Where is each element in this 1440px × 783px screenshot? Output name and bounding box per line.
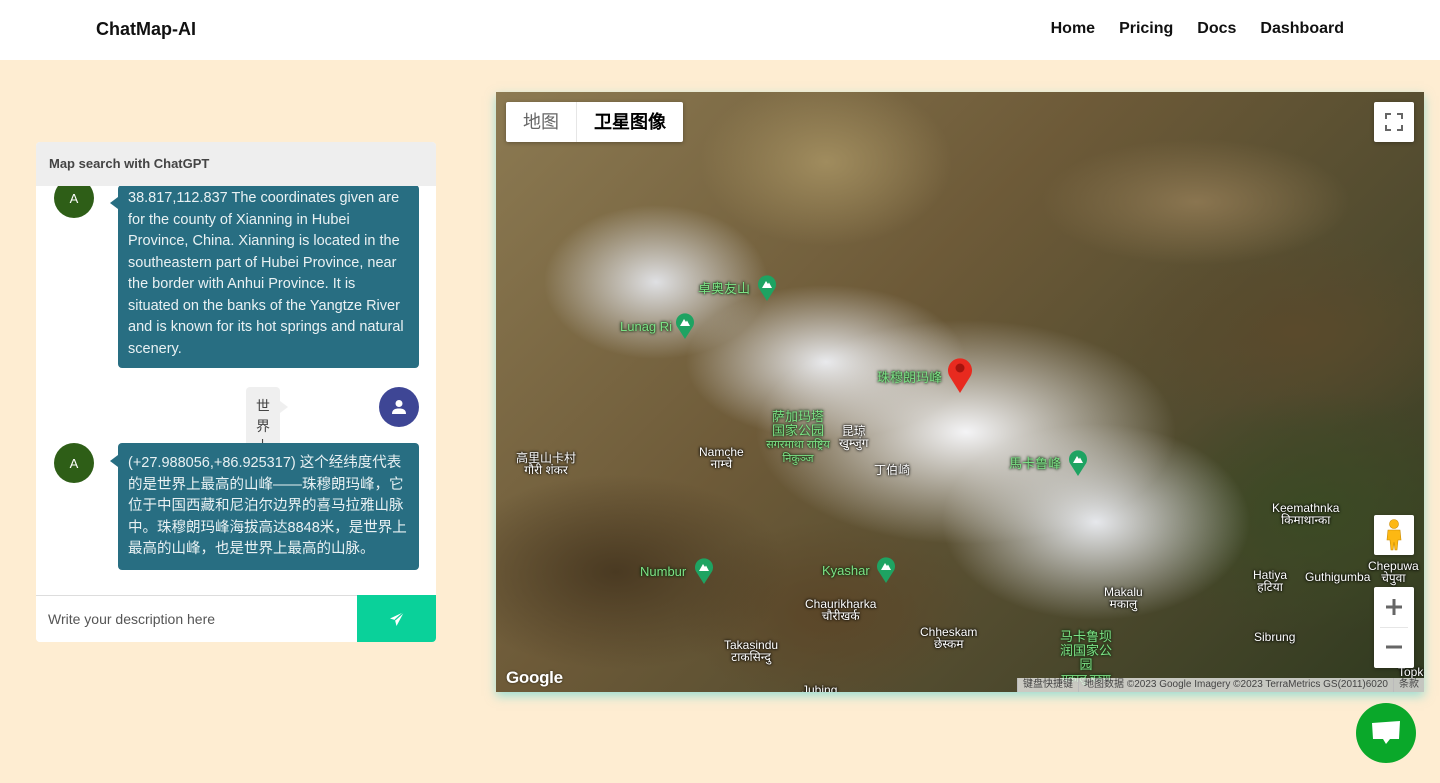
map-type-toggle: 地图 卫星图像 bbox=[506, 102, 683, 142]
map-type-map-button[interactable]: 地图 bbox=[506, 102, 577, 142]
zoom-control bbox=[1374, 587, 1414, 668]
chat-messages[interactable]: A 38.817,112.837 The coordinates given a… bbox=[36, 186, 436, 595]
nav-docs[interactable]: Docs bbox=[1197, 20, 1236, 38]
paper-plane-icon bbox=[389, 611, 404, 626]
peak-marker-icon[interactable] bbox=[1068, 450, 1088, 476]
assistant-avatar: A bbox=[54, 443, 94, 483]
place-label[interactable]: 丁伯崎 bbox=[874, 464, 910, 476]
peak-marker-icon[interactable] bbox=[694, 558, 714, 584]
place-label[interactable]: Hatiya हटिया bbox=[1253, 569, 1287, 593]
description-input[interactable] bbox=[36, 596, 357, 642]
pegman-icon bbox=[1386, 519, 1402, 551]
marker-label[interactable]: 珠穆朗玛峰 bbox=[877, 371, 942, 384]
nav-links: Home Pricing Docs Dashboard bbox=[1051, 20, 1344, 38]
fullscreen-icon bbox=[1385, 113, 1403, 131]
place-label[interactable]: Sibrung bbox=[1254, 631, 1295, 643]
brand-logo[interactable]: ChatMap-AI bbox=[96, 19, 196, 40]
location-pin-icon[interactable] bbox=[946, 355, 974, 393]
place-label[interactable]: Guthigumba bbox=[1305, 571, 1370, 583]
map-data-text: 地图数据 ©2023 Google Imagery ©2023 TerraMet… bbox=[1078, 678, 1393, 692]
place-label[interactable]: Keemathnka किमाथान्का bbox=[1272, 502, 1339, 526]
peak-label[interactable]: Kyashar bbox=[822, 564, 870, 577]
street-view-button[interactable] bbox=[1374, 515, 1414, 555]
plus-icon bbox=[1386, 599, 1402, 615]
map-type-satellite-button[interactable]: 卫星图像 bbox=[577, 102, 683, 142]
peak-marker-icon[interactable] bbox=[675, 313, 695, 339]
peak-marker-icon[interactable] bbox=[757, 275, 777, 301]
zoom-in-button[interactable] bbox=[1374, 587, 1414, 627]
place-label[interactable]: Chaurikharka चौरीखर्क bbox=[805, 598, 876, 622]
map-attribution: 键盘快捷键 地图数据 ©2023 Google Imagery ©2023 Te… bbox=[1017, 678, 1424, 692]
user-icon bbox=[392, 400, 406, 414]
send-button[interactable] bbox=[357, 595, 436, 642]
place-label[interactable]: Takasindu टाकसिन्दु bbox=[724, 639, 778, 663]
place-label[interactable]: Chepuwa चेपुवा bbox=[1368, 560, 1419, 584]
chat-title: Map search with ChatGPT bbox=[36, 142, 436, 186]
assistant-avatar: A bbox=[54, 186, 94, 218]
user-avatar bbox=[379, 387, 419, 427]
assistant-message-text: 38.817,112.837 The coordinates given are… bbox=[110, 186, 419, 368]
minus-icon bbox=[1386, 645, 1402, 649]
peak-label[interactable]: Numbur bbox=[640, 565, 686, 578]
place-label[interactable]: Namche नाम्चे bbox=[699, 446, 744, 470]
assistant-message-text: (+27.988056,+86.925317) 这个经纬度代表的是世界上最高的山… bbox=[110, 443, 419, 570]
zoom-divider bbox=[1380, 627, 1408, 628]
peak-label[interactable]: 卓奥友山 bbox=[698, 282, 750, 295]
nav-dashboard[interactable]: Dashboard bbox=[1260, 20, 1344, 38]
nav-home[interactable]: Home bbox=[1051, 20, 1095, 38]
park-label[interactable]: 萨加玛塔国家公园 सगरमाथा राष्ट्रिय निकुञ्ज bbox=[766, 410, 830, 466]
zoom-out-button[interactable] bbox=[1374, 627, 1414, 667]
navbar: ChatMap-AI Home Pricing Docs Dashboard bbox=[0, 0, 1440, 60]
peak-label[interactable]: 馬卡鲁峰 bbox=[1009, 457, 1061, 470]
place-label[interactable]: Chheskam छेस्कम bbox=[920, 626, 977, 650]
nav-pricing[interactable]: Pricing bbox=[1119, 20, 1173, 38]
map-view[interactable]: 卓奥友山 Lunag Ri 珠穆朗玛峰 馬卡鲁峰 Numbur Kyashar … bbox=[496, 92, 1424, 692]
place-label[interactable]: Jubing bbox=[802, 684, 837, 692]
google-logo: Google bbox=[506, 668, 563, 687]
place-label[interactable]: Makalu मकालु bbox=[1104, 586, 1143, 610]
chat-panel: Map search with ChatGPT A 38.817,112.837… bbox=[36, 142, 436, 642]
peak-label[interactable]: Lunag Ri bbox=[620, 320, 672, 333]
chat-bubble-icon bbox=[1372, 721, 1400, 744]
fullscreen-button[interactable] bbox=[1374, 102, 1414, 142]
peak-marker-icon[interactable] bbox=[876, 557, 896, 583]
place-label[interactable]: 高里山卡村 गौरी शंकर bbox=[516, 452, 576, 476]
keyboard-shortcuts-link[interactable]: 键盘快捷键 bbox=[1017, 678, 1079, 692]
chat-input-row bbox=[36, 595, 436, 642]
place-label[interactable]: 昆琼 खुम्जुंग bbox=[839, 425, 868, 449]
terms-link[interactable]: 条款 bbox=[1393, 678, 1424, 692]
chat-fab-button[interactable] bbox=[1356, 703, 1416, 763]
